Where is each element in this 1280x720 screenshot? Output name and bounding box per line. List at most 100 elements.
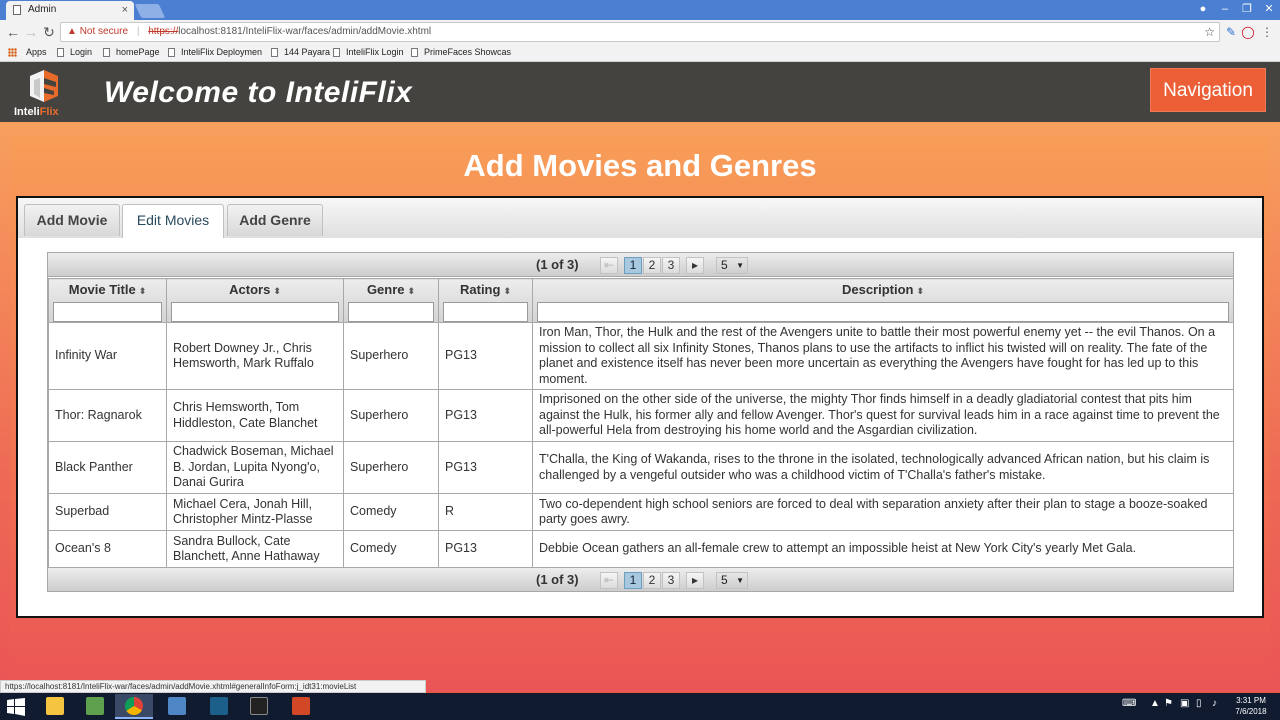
volume-icon[interactable]: ♪ <box>1212 698 1217 709</box>
reload-icon[interactable]: ↻ <box>40 22 58 42</box>
system-clock[interactable]: 3:31 PM 7/6/2018 <box>1226 695 1276 717</box>
cell-rating: R <box>438 493 533 531</box>
bookmark-star-icon[interactable]: ☆ <box>1204 23 1215 41</box>
new-tab-button[interactable] <box>134 4 166 18</box>
bookmark-inteliflix-login[interactable]: InteliFlix Login <box>330 44 404 61</box>
page-icon <box>271 48 278 57</box>
apps-icon <box>8 48 17 57</box>
menu-icon[interactable]: ⋮ <box>1260 24 1274 40</box>
rows-per-page-select[interactable]: 5 ▼ <box>716 572 748 589</box>
table-row[interactable]: Ocean's 8 Sandra Bullock, Cate Blanchett… <box>48 530 1234 568</box>
cell-title: Ocean's 8 <box>48 530 167 568</box>
page-report: (1 of 3) <box>536 257 579 272</box>
tab-add-movie[interactable]: Add Movie <box>24 204 120 236</box>
filter-actors[interactable] <box>171 302 339 322</box>
tab-view: Add Movie Edit Movies Add Genre (1 of 3)… <box>16 196 1264 618</box>
extension-icon[interactable]: ✎ <box>1224 24 1238 40</box>
bookmark-homepage[interactable]: homePage <box>100 44 160 61</box>
table-row[interactable]: Thor: Ragnarok Chris Hemsworth, Tom Hidd… <box>48 389 1234 442</box>
page-icon <box>103 48 110 57</box>
bookmark-inteliflix-deployment[interactable]: InteliFlix Deploymen <box>165 44 262 61</box>
col-movie-title[interactable]: Movie Title ⬍ <box>48 278 167 323</box>
cell-genre: Superhero <box>343 441 439 494</box>
cell-rating: PG13 <box>438 322 533 390</box>
tab-edit-movies[interactable]: Edit Movies <box>122 204 224 238</box>
url-text: localhost:8181/InteliFlix-war/faces/admi… <box>178 26 432 37</box>
opera-extension-icon[interactable]: ◯ <box>1241 24 1255 40</box>
keyboard-icon[interactable]: ⌨ <box>1122 698 1136 709</box>
page-icon <box>333 48 340 57</box>
page-3-button[interactable]: 3 <box>662 572 680 589</box>
chevron-up-icon[interactable]: ▲ <box>1150 698 1160 709</box>
taskbar-file-explorer[interactable] <box>36 694 74 719</box>
filter-genre[interactable] <box>348 302 434 322</box>
sort-icon[interactable]: ⬍ <box>139 286 147 296</box>
browser-tab-strip: Admin × ● – ❐ ✕ <box>0 0 1280 20</box>
profile-icon[interactable]: ● <box>1192 0 1214 20</box>
filter-movie-title[interactable] <box>53 302 162 322</box>
back-icon[interactable]: ← <box>4 22 22 42</box>
bookmark-primefaces[interactable]: PrimeFaces Showcas <box>408 44 511 61</box>
address-bar[interactable]: ▲ Not secure | https://localhost:8181/In… <box>60 22 1220 42</box>
sort-icon[interactable]: ⬍ <box>273 286 281 296</box>
page-3-button[interactable]: 3 <box>662 257 680 274</box>
page-1-button[interactable]: 1 <box>624 257 642 274</box>
page-2-button[interactable]: 2 <box>643 572 661 589</box>
cell-rating: PG13 <box>438 441 533 494</box>
minimize-icon[interactable]: – <box>1214 0 1236 20</box>
sort-icon[interactable]: ⬍ <box>503 286 511 296</box>
page-title: Add Movies and Genres <box>463 148 817 183</box>
navigation-button[interactable]: Navigation <box>1150 68 1266 112</box>
windows-start-icon[interactable] <box>6 697 26 717</box>
clock-time: 3:31 PM <box>1236 696 1266 705</box>
page-1-button[interactable]: 1 <box>624 572 642 589</box>
taskbar-terminal[interactable] <box>240 694 278 719</box>
sort-icon[interactable]: ⬍ <box>408 286 416 296</box>
battery-icon[interactable]: ▯ <box>1196 698 1202 709</box>
col-rating[interactable]: Rating ⬍ <box>438 278 533 323</box>
sort-icon[interactable]: ⬍ <box>916 286 924 296</box>
table-row[interactable]: Superbad Michael Cera, Jonah Hill, Chris… <box>48 493 1234 531</box>
tab-close-icon[interactable]: × <box>122 1 128 19</box>
close-window-icon[interactable]: ✕ <box>1258 0 1280 20</box>
next-page-icon[interactable]: ▸ <box>686 257 704 274</box>
chevron-down-icon: ▼ <box>736 261 744 270</box>
table-row[interactable]: Black Panther Chadwick Boseman, Michael … <box>48 441 1234 494</box>
url-scheme: https:// <box>148 26 179 37</box>
cell-title: Superbad <box>48 493 167 531</box>
taskbar-chrome[interactable] <box>115 694 153 719</box>
col-genre[interactable]: Genre ⬍ <box>343 278 439 323</box>
restore-icon[interactable]: ❐ <box>1236 0 1258 20</box>
logo-mark-icon <box>30 70 58 102</box>
cell-description: Debbie Ocean gathers an all-female crew … <box>532 530 1234 568</box>
cell-title: Black Panther <box>48 441 167 494</box>
col-actors[interactable]: Actors ⬍ <box>166 278 344 323</box>
tab-add-genre[interactable]: Add Genre <box>227 204 323 236</box>
taskbar-notepad[interactable] <box>76 694 114 719</box>
flag-icon[interactable]: ⚑ <box>1164 698 1173 709</box>
taskbar-netbeans[interactable] <box>200 694 238 719</box>
terminal-icon <box>250 697 268 715</box>
bookmark-apps[interactable]: Apps <box>6 44 47 61</box>
bookmark-login[interactable]: Login <box>54 44 92 61</box>
filter-description[interactable] <box>537 302 1229 322</box>
cell-description: Two co-dependent high school seniors are… <box>532 493 1234 531</box>
browser-tab[interactable]: Admin × <box>6 1 134 20</box>
col-description[interactable]: Description ⬍ <box>532 278 1234 323</box>
bookmark-payara[interactable]: 144 Payara <box>268 44 330 61</box>
next-page-icon[interactable]: ▸ <box>686 572 704 589</box>
logo[interactable]: InteliFlix <box>14 68 70 120</box>
first-page-icon[interactable]: ⇤ <box>600 257 618 274</box>
first-page-icon[interactable]: ⇤ <box>600 572 618 589</box>
taskbar-virtualbox[interactable] <box>158 694 196 719</box>
forward-icon[interactable]: → <box>22 22 40 42</box>
filter-rating[interactable] <box>443 302 528 322</box>
rows-per-page-select[interactable]: 5 ▼ <box>716 257 748 274</box>
network-icon[interactable]: ▣ <box>1180 698 1189 709</box>
page-icon <box>57 48 64 57</box>
page-2-button[interactable]: 2 <box>643 257 661 274</box>
netbeans-icon <box>210 697 228 715</box>
taskbar-powerpoint[interactable] <box>282 694 320 719</box>
browser-status-bar: https://localhost:8181/InteliFlix-war/fa… <box>0 680 426 693</box>
table-row[interactable]: Infinity War Robert Downey Jr., Chris He… <box>48 322 1234 390</box>
